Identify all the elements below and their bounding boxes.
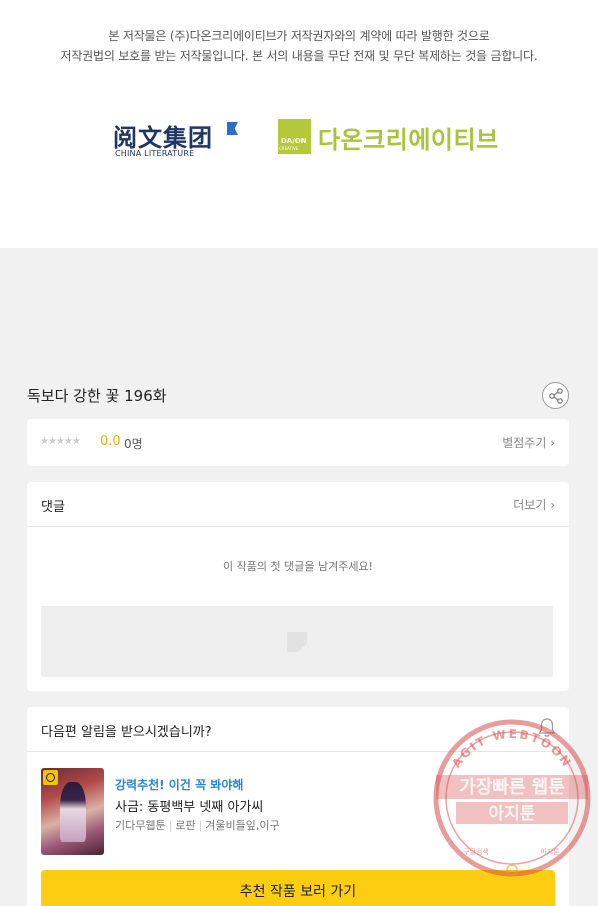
rate-button[interactable]: 별점주기 › <box>502 434 555 451</box>
rating-count: 0명 <box>124 437 143 451</box>
comment-more-link[interactable]: 더보기 › <box>513 496 555 513</box>
thumbnail-illustration <box>60 782 86 842</box>
daon-badge-text: DA/ON <box>281 137 307 145</box>
comment-header: 댓글 더보기 › <box>27 482 569 527</box>
china-literature-logo-cn: 阅文集团 <box>113 124 213 152</box>
episode-title-row: 독보다 강한 꽃 196화 <box>27 382 572 409</box>
daon-badge: DA/ON CREATIVE <box>278 119 311 154</box>
recommendation-button[interactable]: 추천 작품 보러 가기 <box>41 870 555 906</box>
copyright-text-line2: 저작권법의 보호를 받는 저작물입니다. 본 서의 내용을 무단 전재 및 무단… <box>60 49 538 63</box>
copyright-section: 본 저작물은 (주)다온크리에이티브가 저작권자와의 계약에 따라 발행한 것으… <box>0 0 598 248</box>
china-literature-logo-en: CHINA LITERATURE <box>115 149 195 158</box>
share-button[interactable] <box>542 382 569 409</box>
write-icon <box>287 632 307 652</box>
recommendation-tag: 강력추천! 이건 꼭 봐야해 <box>115 778 244 792</box>
rating-stars: ★★★★★ <box>40 436 81 447</box>
recommendation-thumbnail[interactable] <box>41 768 104 855</box>
comment-card: 댓글 더보기 › 이 작품의 첫 댓글을 남겨주세요! <box>27 482 569 691</box>
clock-icon <box>43 770 58 785</box>
notify-card: 다음편 알림을 받으시겠습니까? 강력추천! 이건 꼭 봐야해 사금: 동평백부… <box>27 707 569 906</box>
copyright-text-line1: 본 저작물은 (주)다온크리에이티브가 저작권자와의 계약에 따라 발행한 것으… <box>108 29 490 43</box>
share-icon <box>549 388 563 404</box>
daon-logo-text: 다온크리에이티브 <box>318 126 499 154</box>
recommendation-genre: 기다무웹툰 <box>115 819 166 832</box>
recommendation-category: 로판 <box>175 819 196 832</box>
meta-separator: | <box>198 819 203 832</box>
flag-icon <box>227 122 238 135</box>
episode-title: 독보다 강한 꽃 196화 <box>27 387 167 405</box>
notify-question: 다음편 알림을 받으시겠습니까? <box>41 725 212 740</box>
recommendation-meta: 기다무웹툰 | 로판 | 겨울비들잎,이구 <box>115 817 280 833</box>
meta-separator: | <box>168 819 173 832</box>
china-literature-logo: 阅文集团 CHINA LITERATURE <box>113 118 243 160</box>
daon-creative-logo: DA/ON CREATIVE 다온크리에이티브 <box>278 119 518 159</box>
notify-header: 다음편 알림을 받으시겠습니까? <box>27 707 569 752</box>
comment-title: 댓글 <box>41 500 65 515</box>
bell-icon[interactable] <box>535 716 559 740</box>
recommendation-author: 겨울비들잎,이구 <box>205 819 280 832</box>
recommendation-title[interactable]: 사금: 동평백부 넷째 아가씨 <box>115 796 263 815</box>
daon-badge-subtext: CREATIVE <box>279 146 299 151</box>
comment-input[interactable] <box>41 606 553 677</box>
comment-empty-message: 이 작품의 첫 댓글을 남겨주세요! <box>223 560 373 573</box>
rating-card: ★★★★★ 0.0 0명 별점주기 › <box>27 419 569 466</box>
rating-score: 0.0 <box>100 434 121 449</box>
